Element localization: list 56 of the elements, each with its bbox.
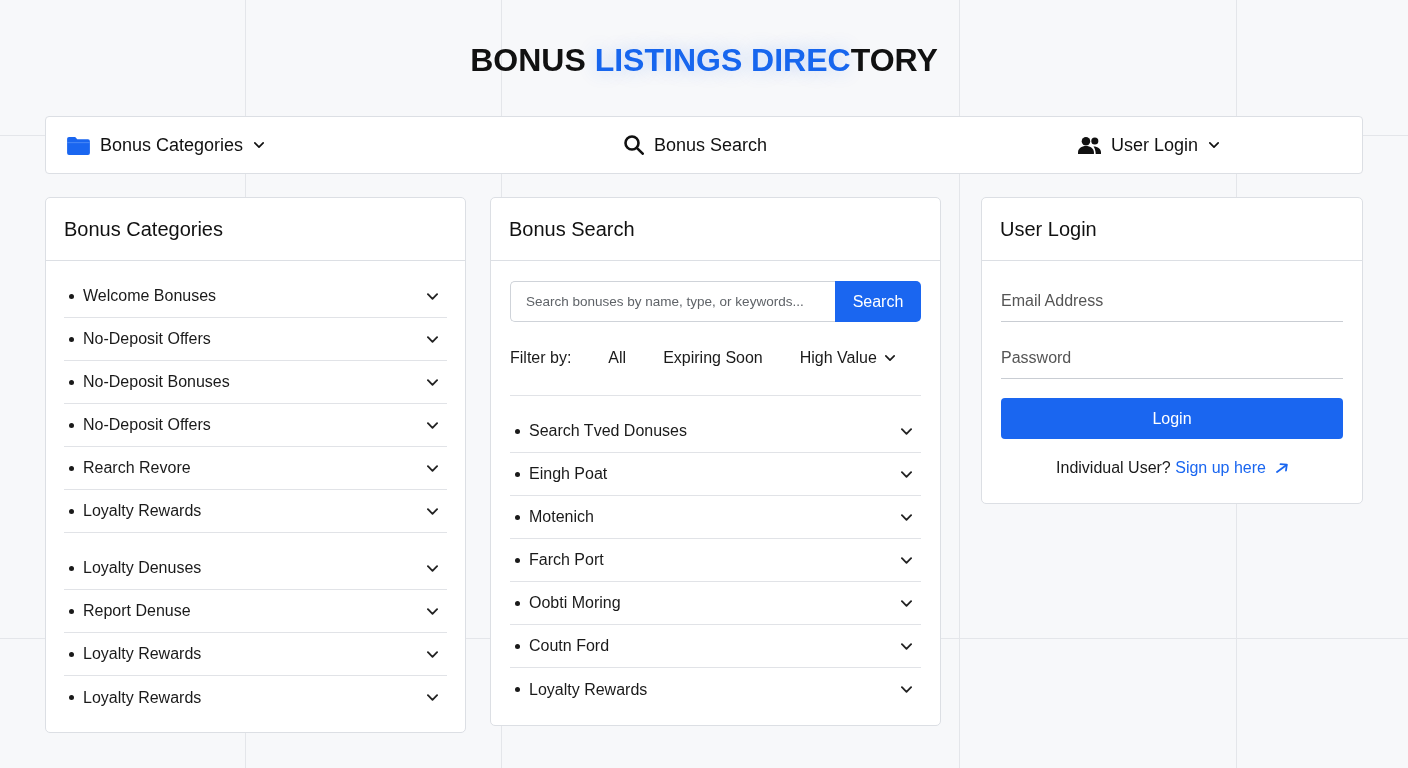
category-item[interactable]: Report Denuse xyxy=(64,590,447,633)
nav-item[interactable]: User Login xyxy=(1078,131,1220,159)
filter-option[interactable]: High Value xyxy=(799,346,895,370)
search-button[interactable]: Search xyxy=(835,281,921,322)
bullet-icon xyxy=(69,608,74,614)
category-item[interactable]: Welcome Bonuses xyxy=(64,275,447,318)
bullet-icon xyxy=(515,557,520,563)
result-item[interactable]: Coutn Ford xyxy=(510,625,921,668)
email-field[interactable]: Email Address xyxy=(1001,281,1343,322)
bullet-icon xyxy=(69,465,74,471)
folder-icon xyxy=(67,135,90,155)
bullet-icon xyxy=(515,600,520,606)
bullet-icon xyxy=(69,695,74,700)
filter-option[interactable]: All xyxy=(608,346,627,370)
panel-title: Bonus Categories xyxy=(64,217,223,242)
bullet-icon xyxy=(515,643,520,649)
nav-item[interactable]: Bonus Categories xyxy=(67,131,265,159)
filter-label: Filter by: xyxy=(510,348,572,368)
page-title: BONUS LISTINGS DIRECTORY xyxy=(469,41,939,80)
bullet-icon xyxy=(69,422,74,428)
result-item[interactable]: Loyalty Rewards xyxy=(510,668,921,711)
result-item[interactable]: Eingh Poat xyxy=(510,453,921,496)
category-item[interactable]: Rearch Revore xyxy=(64,447,447,490)
result-item[interactable]: Search Tved Donuses xyxy=(510,410,921,453)
result-item[interactable]: Farch Port xyxy=(510,539,921,582)
result-item[interactable]: Oobti Moring xyxy=(510,582,921,625)
signup-link[interactable]: Sign up here xyxy=(1175,457,1288,479)
bullet-icon xyxy=(69,293,74,299)
bullet-icon xyxy=(69,508,74,514)
category-item[interactable]: Loyalty Rewards xyxy=(64,633,447,676)
category-item[interactable]: No-Deposit Offers xyxy=(64,318,447,361)
bullet-icon xyxy=(515,471,520,477)
result-item[interactable]: Motenich xyxy=(510,496,921,539)
category-item[interactable]: No-Deposit Offers xyxy=(64,404,447,447)
panel-title: User Login xyxy=(1000,217,1097,242)
signup-prompt: Individual User? Sign up here xyxy=(1001,457,1343,479)
panel-title: Bonus Search xyxy=(509,217,635,242)
search-field[interactable]: Search bonuses by name, type, or keywords... xyxy=(510,281,835,322)
bullet-icon xyxy=(69,336,74,342)
search-icon xyxy=(624,135,644,155)
bullet-icon xyxy=(515,514,520,520)
category-item[interactable]: Loyalty Rewards xyxy=(64,676,447,719)
category-item[interactable]: Loyalty Rewards xyxy=(64,490,447,533)
password-field[interactable]: Password xyxy=(1001,338,1343,379)
category-item[interactable]: Loyalty Denuses xyxy=(64,547,447,590)
bullet-icon xyxy=(69,565,74,571)
bullet-icon xyxy=(515,687,520,692)
bullet-icon xyxy=(69,651,74,657)
category-item[interactable]: No-Deposit Bonuses xyxy=(64,361,447,404)
filter-option[interactable]: Expiring Soon xyxy=(663,346,763,370)
users-icon xyxy=(1078,136,1101,154)
bullet-icon xyxy=(515,428,520,434)
login-button[interactable]: Login xyxy=(1001,398,1343,439)
arrow-up-right-icon xyxy=(1275,463,1288,473)
bullet-icon xyxy=(69,379,74,385)
nav-item[interactable]: Bonus Search xyxy=(624,131,768,159)
